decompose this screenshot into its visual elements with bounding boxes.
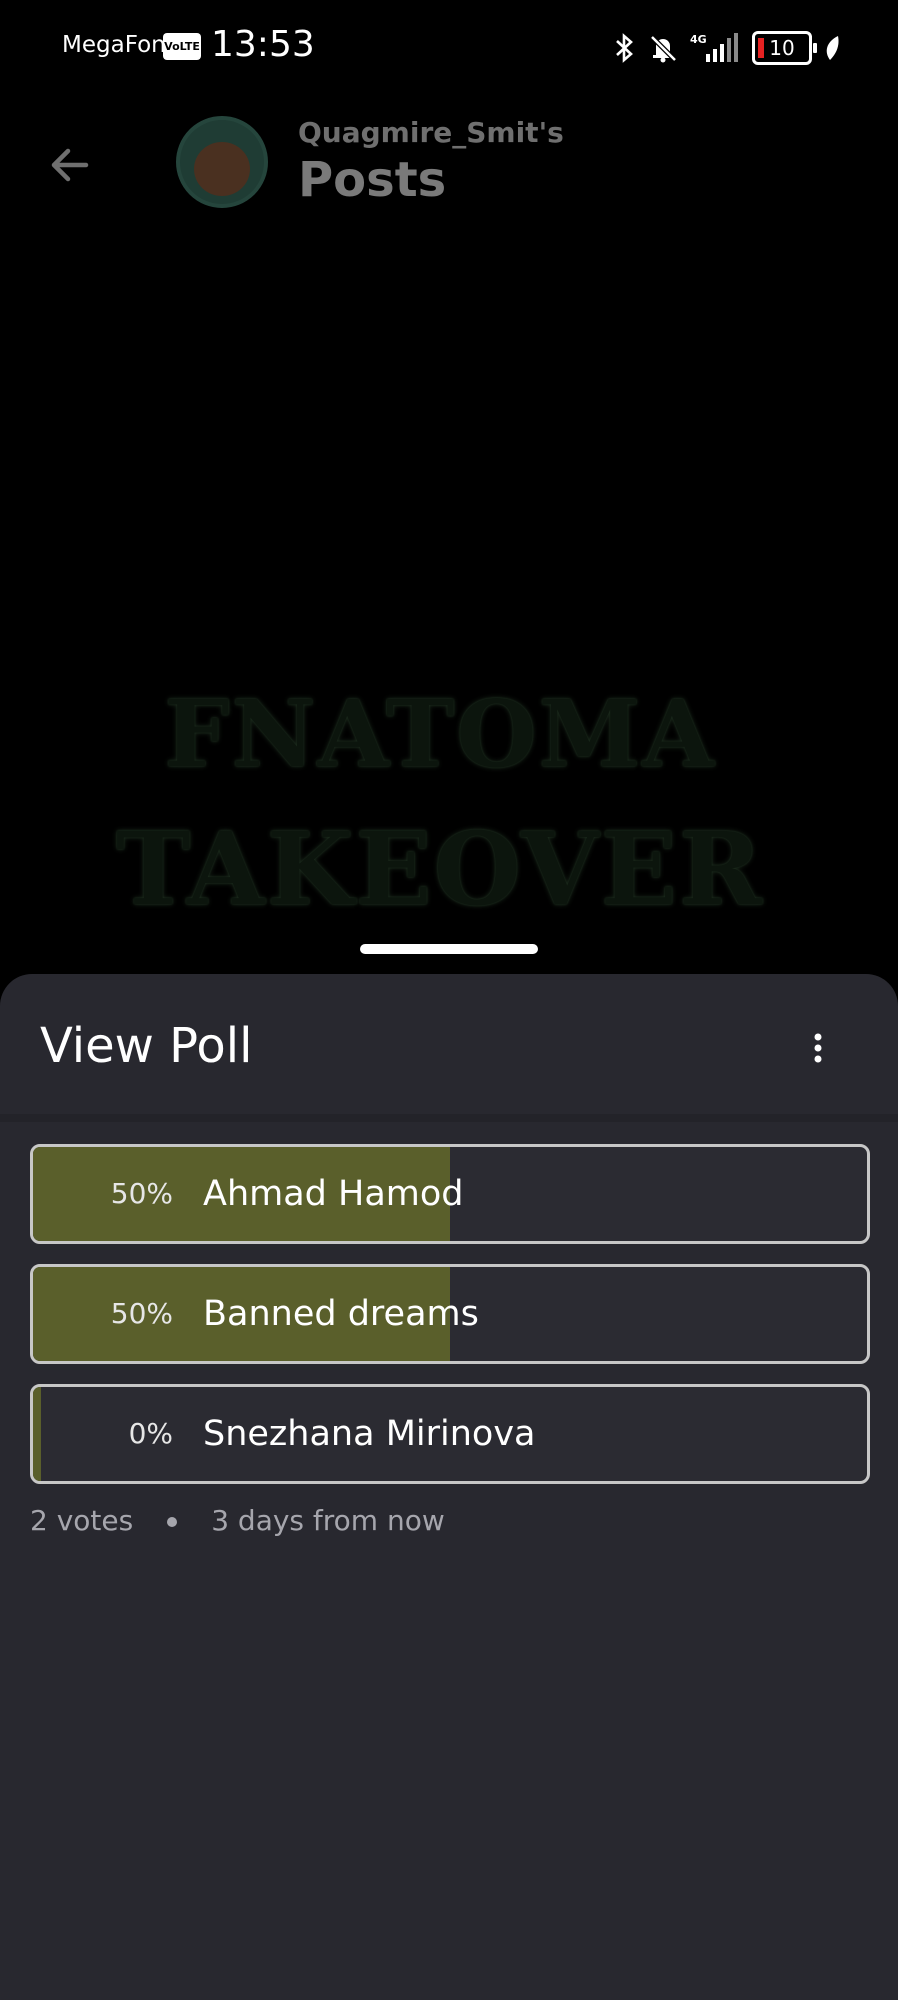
post-image-text-line1: FNATOMA [164, 680, 716, 788]
sheet-title: View Poll [40, 1018, 253, 1074]
top-app-bar: Quagmire_Smit's Posts [0, 96, 898, 226]
battery-level: 10 [769, 36, 795, 60]
poll-option-percent: 50% [110, 1177, 173, 1210]
avatar-character [194, 142, 250, 196]
back-arrow-icon[interactable] [46, 141, 94, 189]
status-bar: MegaFon VoLTE 13:53 4G 10 [0, 0, 898, 96]
poll-option-name: Snezhana Mirinova [203, 1414, 536, 1454]
poll-option-name: Ahmad Hamod [203, 1174, 464, 1214]
avatar[interactable] [176, 116, 268, 208]
status-time: 13:53 [211, 24, 315, 65]
poll-option[interactable]: 0% Snezhana Mirinova [30, 1384, 870, 1484]
poll-meta: 2 votes 3 days from now [30, 1504, 445, 1537]
poll-option[interactable]: 50% Banned dreams [30, 1264, 870, 1364]
poll-deadline: 3 days from now [211, 1504, 445, 1537]
separator-dot [167, 1517, 178, 1527]
poll-option-name: Banned dreams [203, 1294, 479, 1334]
sheet-drag-handle[interactable] [360, 944, 538, 954]
poll-option-percent: 0% [128, 1417, 173, 1450]
leaf-icon [826, 36, 839, 60]
sheet-header: View Poll [0, 974, 898, 1122]
page-title: Posts [298, 152, 447, 208]
post-image: FNATOMA TAKEOVER [100, 680, 780, 960]
network-type-label: 4G [690, 33, 707, 46]
bell-muted-icon [650, 35, 677, 63]
system-icons: 4G 10 [614, 30, 842, 66]
poll-option[interactable]: 50% Ahmad Hamod [30, 1144, 870, 1244]
poll-option-percent: 50% [110, 1297, 173, 1330]
vote-count: 2 votes [30, 1504, 134, 1537]
post-image-text-line2: TAKEOVER [116, 810, 764, 928]
posts-owner-label: Quagmire_Smit's [298, 116, 564, 149]
poll-bottom-sheet: View Poll 50% Ahmad Hamod 50% Banned dre… [0, 974, 898, 2000]
volte-icon: VoLTE [163, 33, 201, 60]
signal-icon: 4G [690, 33, 738, 62]
carrier-name: MegaFon [62, 32, 166, 58]
more-options-icon[interactable] [800, 1030, 836, 1066]
battery-icon: 10 [752, 31, 817, 65]
bluetooth-icon [616, 33, 633, 63]
